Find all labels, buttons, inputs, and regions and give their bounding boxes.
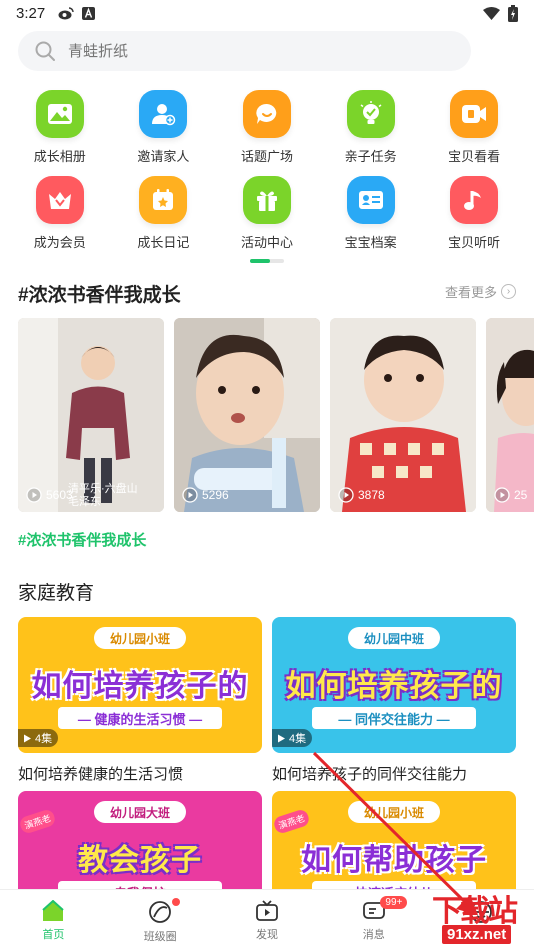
grid-label: 活动中心 xyxy=(240,235,293,250)
photo-album-icon xyxy=(35,90,84,138)
author-stamp: 演燕老 xyxy=(18,808,57,835)
topic-square-icon xyxy=(242,90,291,138)
view-count: 25 xyxy=(514,488,528,502)
child-photo xyxy=(174,318,320,512)
course-subline: — 健康的生活习惯 — xyxy=(58,707,222,729)
episode-badge: 4集 xyxy=(18,729,59,747)
grid-label: 亲子任务 xyxy=(344,149,397,164)
parent-task-icon xyxy=(346,90,395,138)
grid-item-invite-family[interactable]: 邀请家人 xyxy=(118,90,208,176)
music-note-icon xyxy=(450,176,499,224)
grid-label: 成长日记 xyxy=(137,235,190,250)
grid-label: 宝宝档案 xyxy=(344,235,397,250)
grid-item-growth-album[interactable]: 成长相册 xyxy=(15,90,105,176)
play-triangle-icon xyxy=(278,734,285,742)
family-edu-section-title: 家庭教育 xyxy=(18,583,95,604)
invite-family-icon xyxy=(139,90,188,138)
home-icon xyxy=(42,900,65,921)
see-more-link[interactable]: 查看更多 › xyxy=(445,282,516,301)
profile-card-icon xyxy=(346,176,395,224)
view-count: 3878 xyxy=(358,488,385,502)
see-more-label: 查看更多 xyxy=(444,285,497,300)
class-circle-icon xyxy=(149,901,172,923)
grid-item-baby-listen[interactable]: 宝贝听听 xyxy=(429,176,519,262)
baby-watch-icon xyxy=(450,90,499,138)
grid-item-baby-profile[interactable]: 宝宝档案 xyxy=(326,176,416,262)
video-play-count: 3878 xyxy=(338,487,385,503)
grid-label: 话题广场 xyxy=(240,149,293,164)
video-play-count: 5296 xyxy=(182,487,229,503)
grid-label: 邀请家人 xyxy=(137,149,190,164)
grid-item-parent-task[interactable]: 亲子任务 xyxy=(326,90,416,176)
course-headline: 如何培养孩子的 xyxy=(285,670,503,703)
play-circle-icon xyxy=(26,487,42,503)
discover-tv-icon xyxy=(256,900,278,921)
course-title: 如何培养健康的生活习惯 xyxy=(18,766,184,783)
child-photo xyxy=(486,318,534,512)
play-circle-icon xyxy=(182,487,198,503)
course-thumbnail: 幼儿园中班 如何培养孩子的 — 同伴交往能力 — 4集 xyxy=(272,617,516,753)
app-a-icon xyxy=(82,6,95,20)
grid-item-baby-watch[interactable]: 宝贝看看 xyxy=(429,90,519,176)
video-card[interactable]: 5296 xyxy=(174,318,320,512)
quick-function-grid: 成长相册 邀请家人 话题广场 亲子任务 宝贝看看 成为会员 成长日记 活动中心 … xyxy=(0,90,534,262)
grid-page-indicator xyxy=(250,259,284,263)
video-card[interactable]: 5603 清平乐·六盘山 毛泽东 xyxy=(18,318,164,512)
notification-dot xyxy=(171,898,180,906)
course-headline: 如何培养孩子的 xyxy=(31,670,249,703)
course-headline: 教会孩子 xyxy=(78,844,202,877)
topic-section-title: #浓浓书香伴我成长 xyxy=(18,285,181,306)
grade-badge: 幼儿园小班 xyxy=(94,627,186,649)
play-circle-icon xyxy=(494,487,510,503)
nav-label: 消息 xyxy=(362,929,385,941)
course-card[interactable]: 幼儿园小班 如何培养孩子的 — 健康的生活习惯 — 4集 如何培养健康的生活习惯 xyxy=(18,617,262,787)
nav-label: 首页 xyxy=(42,929,65,941)
nav-home[interactable]: 首页 xyxy=(0,890,107,950)
course-subline: — 同伴交往能力 — xyxy=(312,707,476,729)
grid-label: 成长相册 xyxy=(33,149,86,164)
site-watermark: 下载站 91xz.net xyxy=(432,886,534,950)
view-count: 5296 xyxy=(202,488,229,502)
child-photo xyxy=(330,318,476,512)
search-input[interactable] xyxy=(68,42,408,60)
video-card[interactable]: 25 xyxy=(486,318,534,512)
play-triangle-icon xyxy=(24,734,31,742)
course-thumbnail: 幼儿园小班 如何培养孩子的 — 健康的生活习惯 — 4集 xyxy=(18,617,262,753)
video-caption: 清平乐·六盘山 毛泽东 xyxy=(68,483,138,508)
battery-icon xyxy=(508,5,518,22)
grade-badge: 幼儿园中班 xyxy=(348,627,440,649)
vip-crown-icon xyxy=(35,176,84,224)
nav-label: 发现 xyxy=(255,929,278,941)
video-card[interactable]: 3878 xyxy=(330,318,476,512)
search-bar[interactable] xyxy=(18,31,471,71)
nav-label: 班级圈 xyxy=(143,931,177,943)
page-indicator-active xyxy=(250,259,270,263)
episode-count: 4集 xyxy=(289,733,307,745)
episode-count: 4集 xyxy=(35,733,53,745)
search-icon xyxy=(35,41,55,61)
nav-class-circle[interactable]: 班级圈 xyxy=(107,890,214,950)
grid-item-growth-diary[interactable]: 成长日记 xyxy=(118,176,208,262)
grid-item-activity-center[interactable]: 活动中心 xyxy=(222,176,312,262)
grid-item-become-vip[interactable]: 成为会员 xyxy=(15,176,105,262)
topic-tag-link[interactable]: #浓浓书香伴我成长 xyxy=(18,529,146,550)
grid-label: 成为会员 xyxy=(33,235,86,250)
watermark-url: 91xz.net xyxy=(442,925,512,944)
video-play-count: 25 xyxy=(494,487,527,503)
status-bar: 3:27 xyxy=(0,0,534,28)
wifi-icon xyxy=(483,7,500,20)
chevron-right-icon: › xyxy=(501,284,516,299)
grid-label: 宝贝听听 xyxy=(448,235,501,250)
diary-calendar-icon xyxy=(139,176,188,224)
grid-item-topic-square[interactable]: 话题广场 xyxy=(222,90,312,176)
weibo-icon xyxy=(58,7,74,20)
grid-label: 宝贝看看 xyxy=(448,149,501,164)
play-circle-icon xyxy=(338,487,354,503)
grade-badge: 幼儿园大班 xyxy=(94,801,186,823)
gift-icon xyxy=(242,176,291,224)
watermark-title: 下载站 xyxy=(432,894,518,929)
status-time: 3:27 xyxy=(16,5,46,22)
topic-video-list: 5603 清平乐·六盘山 毛泽东 5296 3878 25 xyxy=(18,318,534,512)
video-play-count: 5603 xyxy=(26,487,73,503)
